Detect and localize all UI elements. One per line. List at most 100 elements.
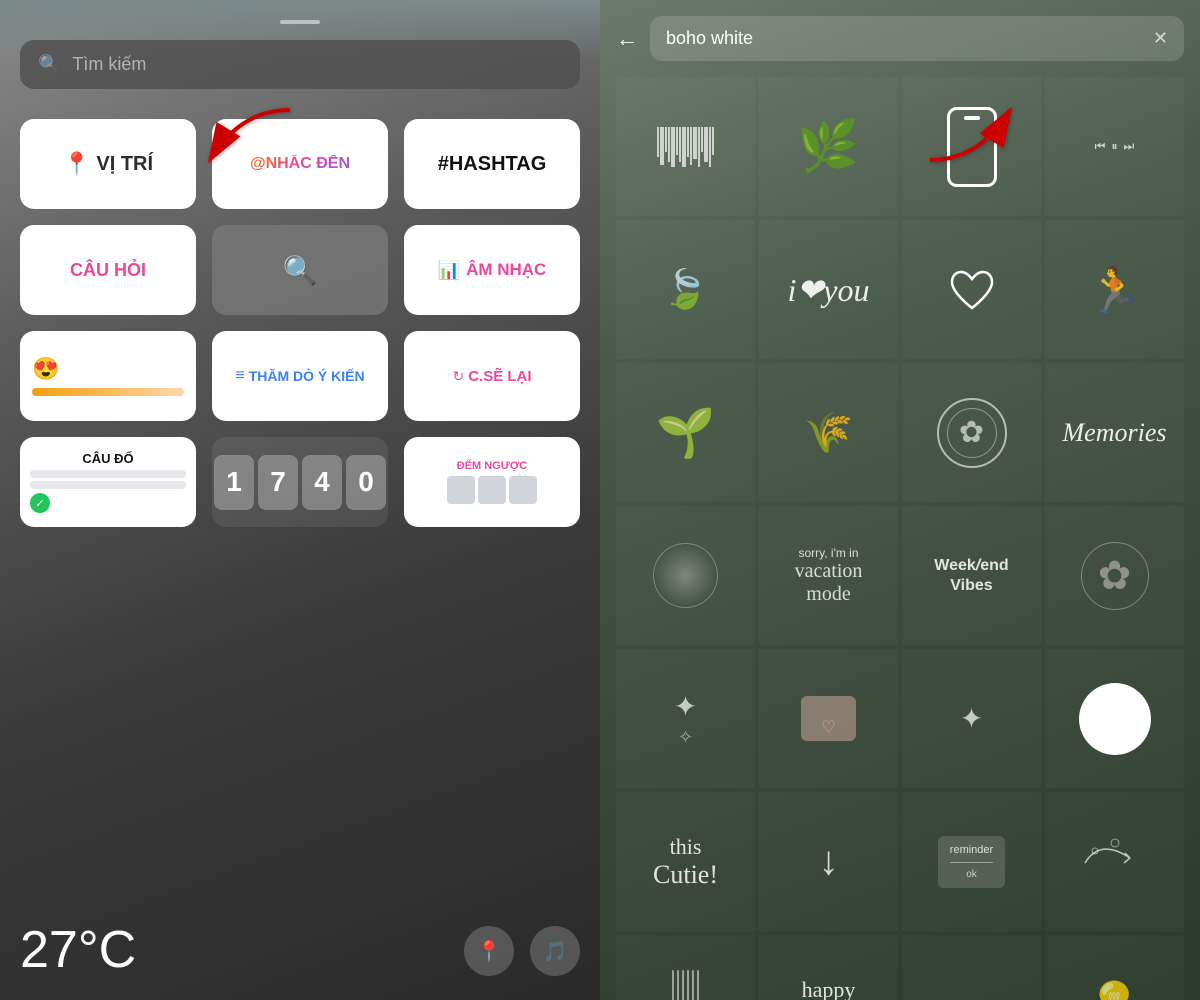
sticker-result-sparkle-circle[interactable] xyxy=(616,506,755,645)
leaf-branch-icon: 🌿 xyxy=(797,117,859,176)
left-panel: 🔍 Tìm kiếm 📍 VỊ TRÍ @NHẮC ĐẾN xyxy=(0,0,600,1000)
sticker-search-gif[interactable]: 🔍 xyxy=(212,225,388,315)
dem-nguoc-box-1 xyxy=(447,476,475,504)
countdown-digit-3: 4 xyxy=(302,455,342,510)
search-bar-right: ← boho white ✕ xyxy=(616,16,1184,61)
hashtag-label: #HASHTAG xyxy=(438,153,547,176)
sticker-result-leaves[interactable]: 🌱 xyxy=(616,363,755,502)
sticker-hashtag[interactable]: #HASHTAG xyxy=(404,119,580,209)
c-se-lai-label: C.SẼ LẠI xyxy=(468,368,531,385)
music-icon[interactable]: 🎵 xyxy=(530,926,580,976)
sticker-result-sparkle-stars[interactable]: ✦ ✧ xyxy=(616,649,755,788)
sticker-result-white-circle[interactable] xyxy=(1045,649,1184,788)
location-pin-icon: 📍 xyxy=(63,151,90,177)
sticker-result-lightbulb[interactable]: 💡 xyxy=(1045,935,1184,1000)
sparkle-stars-icon: ✦ ✧ xyxy=(674,690,697,748)
cau-do-lines xyxy=(30,470,186,489)
sticker-result-arrow-down[interactable]: ↓ xyxy=(759,792,898,931)
envelope-pink-icon: ♡ xyxy=(801,696,856,741)
mandala-icon xyxy=(937,398,1007,468)
countdown-digit-4: 0 xyxy=(346,455,386,510)
sticker-cau-hoi[interactable]: CÂU HỎI xyxy=(20,225,196,315)
sticker-emoji-slider[interactable]: 😍 xyxy=(20,331,196,421)
runner-icon: 🏃 xyxy=(1086,263,1142,316)
sticker-result-heart-outline[interactable] xyxy=(902,220,1041,359)
sparkle-circle-icon xyxy=(653,543,718,608)
i-love-you-text: i❤you xyxy=(788,271,870,309)
weekend-vibes-text: Week/endVibes xyxy=(934,556,1008,594)
vacation-text: sorry, i'm in vacation mode xyxy=(795,546,863,606)
sticker-am-nhac[interactable]: 📊 ÂM NHẠC xyxy=(404,225,580,315)
mandala-inner xyxy=(947,408,997,458)
sparkle-small: ✧ xyxy=(678,727,693,748)
sticker-result-this-cutie[interactable]: this Cutie! xyxy=(616,792,755,931)
search-placeholder: Tìm kiếm xyxy=(72,54,146,75)
reminder-box-icon: reminder ok xyxy=(938,836,1005,888)
happy-birthday-text: happy birthday xyxy=(785,978,872,1000)
sticker-result-envelope-pink[interactable]: ♡ xyxy=(759,649,898,788)
sticker-result-weekend-vibes[interactable]: Week/endVibes xyxy=(902,506,1041,645)
vine-arrow-icon xyxy=(1080,833,1150,890)
arrow-down-icon: ↓ xyxy=(819,839,839,884)
flower-leaf-icon: 🍃 xyxy=(662,268,709,312)
sticker-cau-do[interactable]: CÂU ĐỐ ✓ xyxy=(20,437,196,527)
envelope-heart: ♡ xyxy=(821,717,835,737)
search-value-text: boho white xyxy=(666,28,753,49)
reminder-line xyxy=(950,862,993,863)
clear-search-button[interactable]: ✕ xyxy=(1153,28,1168,49)
branch-botanical-icon: 🌾 xyxy=(804,409,854,456)
sticker-result-vertical-lines[interactable] xyxy=(616,935,755,1000)
barcode-sticker xyxy=(657,127,714,167)
sticker-location[interactable]: 📍 VỊ TRÍ xyxy=(20,119,196,209)
sticker-result-vine-arrow[interactable] xyxy=(1045,792,1184,931)
cau-hoi-label: CÂU HỎI xyxy=(70,260,146,281)
am-nhac-icon: 📊 xyxy=(438,260,460,281)
sticker-result-happy-bday[interactable]: happy birthday xyxy=(759,935,898,1000)
temperature-text: 27°C xyxy=(20,920,136,980)
cau-do-line-1 xyxy=(30,470,186,478)
sticker-countdown[interactable]: 1 7 4 0 xyxy=(212,437,388,527)
dem-nguoc-label: ĐẾM NGƯỢC xyxy=(457,460,527,472)
drag-handle[interactable] xyxy=(280,20,320,24)
lightbulb-icon: 💡 xyxy=(1088,980,1140,1000)
sticker-result-memories[interactable]: Memories xyxy=(1045,363,1184,502)
search-icon: 🔍 xyxy=(38,54,60,75)
leaves-icon: 🌱 xyxy=(656,404,716,461)
sticker-results-grid: 🌿 ⏮⏸⏭ 🍃 i❤you 🏃 xyxy=(616,77,1184,1000)
search-bar-left[interactable]: 🔍 Tìm kiếm xyxy=(20,40,580,89)
sticker-result-branch-botanical[interactable]: 🌾 xyxy=(759,363,898,502)
sticker-result-reminder[interactable]: reminder ok xyxy=(902,792,1041,931)
red-arrow-right xyxy=(920,90,1040,175)
white-circle-icon xyxy=(1079,683,1151,755)
sticker-result-sparkle-star2[interactable]: ✦ xyxy=(902,649,1041,788)
location-label: VỊ TRÍ xyxy=(96,153,153,176)
sticker-result-mandala[interactable] xyxy=(902,363,1041,502)
red-arrow-left xyxy=(180,100,300,185)
dem-nguoc-box-3 xyxy=(509,476,537,504)
sticker-result-mandala2[interactable]: ✿ xyxy=(1045,506,1184,645)
dem-nguoc-box-2 xyxy=(478,476,506,504)
sparkle-star2-icon: ✦ xyxy=(960,702,983,735)
sticker-dem-nguoc[interactable]: ĐẾM NGƯỢC xyxy=(404,437,580,527)
emoji-icon: 😍 xyxy=(32,356,59,382)
am-nhac-label: ÂM NHẠC xyxy=(466,260,546,280)
sticker-result-leaf-branch[interactable]: 🌿 xyxy=(759,77,898,216)
sticker-result-music-player[interactable]: ⏮⏸⏭ xyxy=(1045,77,1184,216)
search-gif-icon: 🔍 xyxy=(283,254,318,287)
reminder-title: reminder xyxy=(950,844,993,856)
mandala2-icon: ✿ xyxy=(1081,542,1149,610)
sticker-result-barcode[interactable] xyxy=(616,77,755,216)
map-icon[interactable]: 📍 xyxy=(464,926,514,976)
sticker-result-runner[interactable]: 🏃 xyxy=(1045,220,1184,359)
right-panel: ← boho white ✕ xyxy=(600,0,1200,1000)
sticker-result-flower-leaf[interactable]: 🍃 xyxy=(616,220,755,359)
bottom-bar-left: 27°C 📍 🎵 xyxy=(0,920,600,1000)
sticker-c-se-lai[interactable]: ↻ C.SẼ LẠI xyxy=(404,331,580,421)
sticker-result-vacation[interactable]: sorry, i'm in vacation mode xyxy=(759,506,898,645)
search-input-right[interactable]: boho white ✕ xyxy=(650,16,1184,61)
sticker-result-empty xyxy=(902,935,1041,1000)
sticker-result-i-love-you[interactable]: i❤you xyxy=(759,220,898,359)
back-button[interactable]: ← xyxy=(616,26,638,52)
sticker-tham-do[interactable]: ≡ THĂM DÒ Ý KIẾN xyxy=(212,331,388,421)
this-cutie-text: this Cutie! xyxy=(653,834,718,890)
